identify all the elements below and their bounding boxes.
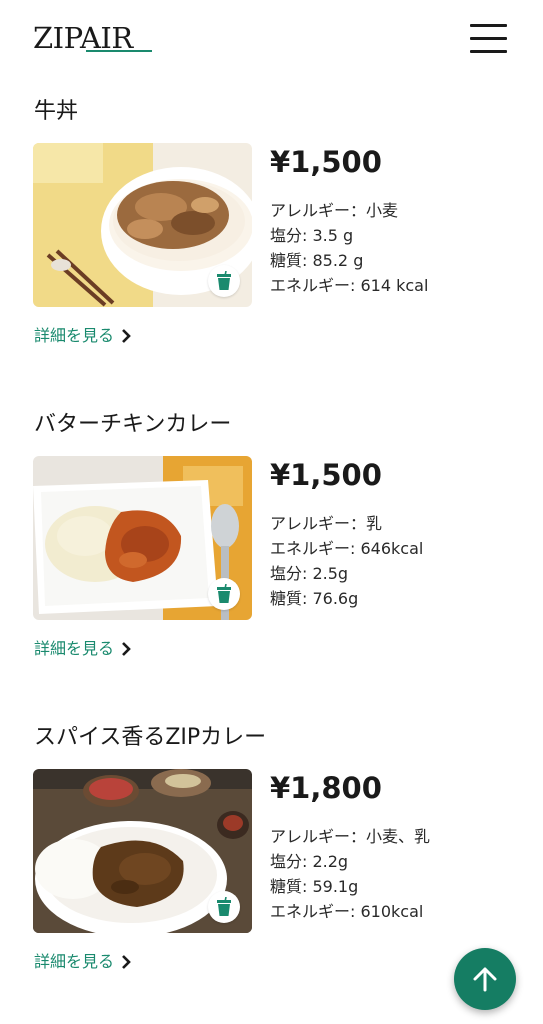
detail-link[interactable]: 詳細を見る (34, 324, 132, 348)
item-price: ¥1,800 (270, 771, 382, 805)
item-price: ¥1,500 (270, 145, 382, 179)
fact-allergy: アレルギー：小麦 (270, 201, 399, 220)
fact-energy: エネルギー: 646kcal (270, 539, 424, 558)
nutrition-facts: アレルギー：小麦 塩分: 3.5 g 糖質: 85.2 g エネルギー: 614… (270, 198, 428, 298)
nutrition-facts: アレルギー：乳 エネルギー: 646kcal 塩分: 2.5g 糖質: 76.6… (270, 511, 423, 611)
item-price: ¥1,500 (270, 458, 382, 492)
item-title: スパイス香るZIPカレー (34, 725, 267, 750)
item-title: バターチキンカレー (34, 412, 232, 437)
scroll-to-top-button[interactable] (454, 948, 516, 1010)
fact-allergy: アレルギー：乳 (270, 514, 383, 533)
nutrition-facts: アレルギー：小麦、乳 塩分: 2.2g 糖質: 59.1g エネルギー: 610… (270, 824, 430, 924)
fact-sugar: 糖質: 85.2 g (270, 251, 364, 270)
butter-chicken-curry-photo (33, 456, 252, 620)
fact-allergy: アレルギー：小麦、乳 (270, 827, 431, 846)
drink-cup-icon (208, 265, 240, 297)
detail-link-label: 詳細を見る (34, 326, 115, 345)
chevron-right-icon (122, 955, 131, 969)
chevron-right-icon (122, 329, 131, 343)
fact-salt: 塩分: 3.5 g (270, 226, 354, 245)
gyudon-photo (33, 143, 252, 307)
fact-energy: エネルギー: 614 kcal (270, 276, 429, 295)
fact-salt: 塩分: 2.5g (270, 564, 349, 583)
drink-cup-icon (208, 891, 240, 923)
detail-link-label: 詳細を見る (34, 952, 115, 971)
fact-salt: 塩分: 2.2g (270, 852, 349, 871)
drink-cup-icon (208, 578, 240, 610)
spice-zip-curry-photo (33, 769, 252, 933)
fact-sugar: 糖質: 59.1g (270, 877, 359, 896)
detail-link[interactable]: 詳細を見る (34, 950, 132, 974)
detail-link[interactable]: 詳細を見る (34, 637, 132, 661)
item-title: 牛丼 (34, 99, 79, 124)
hamburger-menu-icon[interactable] (470, 24, 508, 54)
detail-link-label: 詳細を見る (34, 639, 115, 658)
logo-underline (86, 50, 152, 52)
site-header: ZIPAIR (0, 0, 543, 80)
chevron-right-icon (122, 642, 131, 656)
arrow-up-icon (473, 967, 497, 992)
fact-energy: エネルギー: 610kcal (270, 902, 424, 921)
fact-sugar: 糖質: 76.6g (270, 589, 359, 608)
